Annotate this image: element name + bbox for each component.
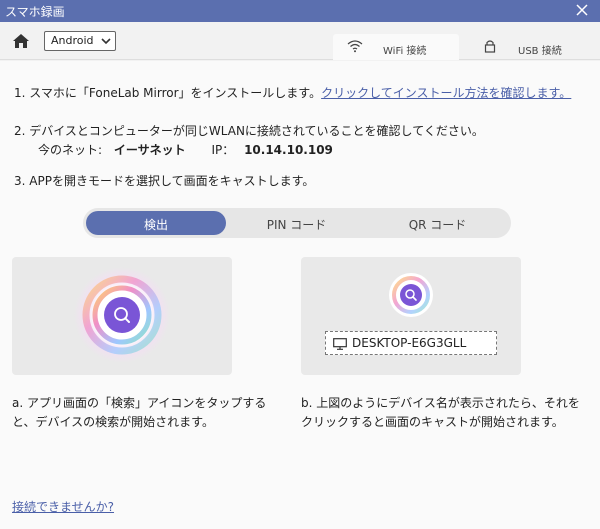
lock-icon	[484, 40, 496, 53]
device-name: DESKTOP-E6G3GLL	[352, 336, 467, 350]
description-a: a. アプリ画面の「検索」アイコンをタップすると、デバイスの検索が開始されます。	[12, 396, 267, 429]
monitor-icon	[333, 338, 347, 350]
description-b: b. 上図のようにデバイス名が表示されたら、それをクリックすると画面のキャストが…	[301, 396, 580, 429]
tab-qr-code[interactable]: QR コード	[367, 211, 508, 235]
tab-pin-code[interactable]: PIN コード	[226, 211, 367, 235]
ip-value: 10.14.10.109	[244, 143, 333, 157]
os-select-value: Android	[51, 34, 94, 47]
install-guide-link[interactable]: クリックしてインストール方法を確認します。	[321, 86, 571, 100]
net-label: 今のネット:	[38, 143, 103, 157]
ip-label: IP：	[211, 143, 235, 157]
net-value: イーサネット	[113, 143, 186, 157]
search-illustration-card	[12, 257, 232, 375]
window-title: スマホ録画	[5, 5, 65, 19]
main-content: 1. スマホに「FoneLab Mirror」をインストールします。クリックして…	[0, 61, 600, 529]
step-2: 2. デバイスとコンピューターが同じWLANに接続されていることを確認してくださ…	[14, 124, 484, 138]
help-link[interactable]: 接続できませんか?	[12, 498, 114, 515]
network-info: 今のネット: イーサネット IP： 10.14.10.109	[38, 141, 333, 158]
device-found-card: DESKTOP-E6G3GLL	[301, 257, 521, 375]
home-icon[interactable]	[12, 32, 30, 50]
step-1-text: 1. スマホに「FoneLab Mirror」をインストールします。	[14, 86, 322, 100]
tab-usb[interactable]: USB 接続	[466, 34, 594, 60]
step-3: 3. APPを開きモードを選択して画面をキャストします。	[14, 174, 315, 188]
tab-wifi-label: WiFi 接続	[383, 46, 427, 57]
step-1: 1. スマホに「FoneLab Mirror」をインストールします。クリックして…	[14, 84, 571, 101]
tab-usb-label: USB 接続	[518, 46, 562, 57]
toolbar: Android WiFi 接続 USB 接続	[0, 22, 600, 60]
tab-wifi[interactable]: WiFi 接続	[333, 34, 459, 60]
device-name-button[interactable]: DESKTOP-E6G3GLL	[325, 331, 497, 355]
search-icon	[405, 289, 417, 301]
title-bar: スマホ録画	[0, 0, 600, 22]
mode-selector: 検出 PIN コード QR コード	[83, 208, 511, 238]
os-select[interactable]: Android	[44, 31, 116, 51]
wifi-icon	[347, 40, 363, 53]
search-icon	[114, 307, 130, 323]
tab-detect[interactable]: 検出	[86, 211, 226, 235]
close-icon[interactable]	[574, 2, 590, 18]
chevron-down-icon	[101, 38, 111, 45]
